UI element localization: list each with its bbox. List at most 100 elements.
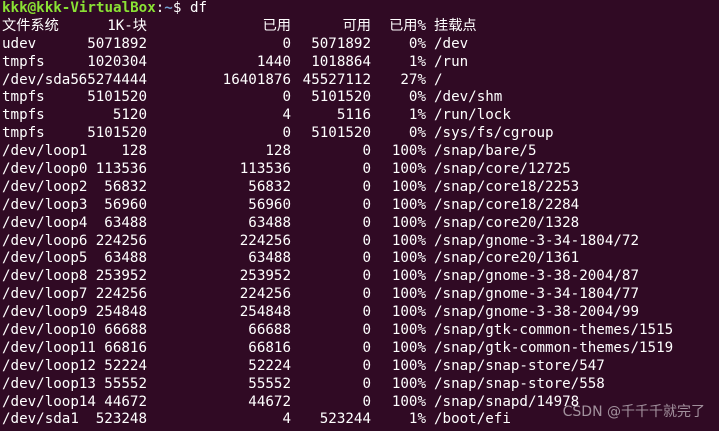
row-mounted-on: /snap/snapd/14978 xyxy=(434,393,580,410)
row-available: 0 xyxy=(362,214,371,231)
row-filesystem: /dev/sda5 xyxy=(2,71,79,88)
row-blocks: 66816 xyxy=(104,339,147,356)
row-use-pct: 100% xyxy=(391,196,426,213)
prompt-symbol: $ xyxy=(172,0,182,16)
table-row: tmpfs 1020304 1440 1018864 1% /run xyxy=(2,54,719,72)
row-use-pct: 100% xyxy=(391,143,426,160)
row-filesystem: /dev/loop14 xyxy=(2,393,96,410)
row-blocks: 253952 xyxy=(95,268,147,285)
terminal-window[interactable]: kkk@kkk-VirtualBox:~$ df 文件系统 1K-块 已用 可用… xyxy=(2,0,719,431)
row-mounted-on: /dev xyxy=(434,35,469,52)
row-mounted-on: /snap/gnome-3-34-1804/72 xyxy=(434,232,639,249)
row-available: 0 xyxy=(362,304,371,321)
row-use-pct: 100% xyxy=(391,178,426,195)
table-row: /dev/loop2 56832 56832 0 100% /snap/core18/22… xyxy=(2,179,719,197)
table-row: /dev/loop10 66688 66688 0 100% /snap/gtk-comm… xyxy=(2,322,719,340)
row-mounted-on: /run xyxy=(434,53,469,70)
row-available: 5101520 xyxy=(311,125,371,142)
row-used: 0 xyxy=(282,35,291,52)
table-row: /dev/sda5 65274444 16401876 45527112 27% / xyxy=(2,72,719,90)
row-filesystem: /dev/loop8 xyxy=(2,268,88,285)
row-used: 55552 xyxy=(248,375,291,392)
row-use-pct: 100% xyxy=(391,375,426,392)
row-available: 0 xyxy=(362,322,371,339)
row-use-pct: 100% xyxy=(391,214,426,231)
row-used: 56960 xyxy=(248,196,291,213)
table-row: tmpfs 5101520 0 5101520 0% /dev/shm xyxy=(2,89,719,107)
row-available: 0 xyxy=(362,161,371,178)
row-mounted-on: /snap/core18/2284 xyxy=(434,196,580,213)
row-blocks: 1020304 xyxy=(87,53,147,70)
row-use-pct: 0% xyxy=(408,89,426,106)
row-mounted-on: /snap/snap-store/547 xyxy=(434,357,605,374)
row-mounted-on: / xyxy=(434,71,443,88)
row-used: 66816 xyxy=(248,339,291,356)
header-filesystem: 文件系统 xyxy=(2,17,59,34)
row-use-pct: 0% xyxy=(408,125,426,142)
row-blocks: 5071892 xyxy=(87,35,147,52)
header-mounted-on: 挂载点 xyxy=(434,17,477,34)
table-row: /dev/loop12 52224 52224 0 100% /snap/snap-sto… xyxy=(2,358,719,376)
row-used: 224256 xyxy=(239,232,291,249)
row-use-pct: 1% xyxy=(408,411,426,428)
row-filesystem: /dev/sda1 xyxy=(2,411,79,428)
row-use-pct: 100% xyxy=(391,250,426,267)
row-available: 0 xyxy=(362,232,371,249)
row-filesystem: tmpfs xyxy=(2,125,45,142)
row-blocks: 55552 xyxy=(104,375,147,392)
row-mounted-on: /snap/snap-store/558 xyxy=(434,375,605,392)
row-used: 16401876 xyxy=(222,71,291,88)
row-filesystem: /dev/loop7 xyxy=(2,286,88,303)
row-blocks: 63488 xyxy=(104,214,147,231)
row-available: 0 xyxy=(362,286,371,303)
row-use-pct: 100% xyxy=(391,286,426,303)
row-available: 0 xyxy=(362,178,371,195)
row-blocks: 5120 xyxy=(112,107,147,124)
row-available: 5101520 xyxy=(311,89,371,106)
row-used: 52224 xyxy=(248,357,291,374)
row-blocks: 128 xyxy=(121,143,147,160)
row-filesystem: udev xyxy=(2,35,37,52)
watermark: CSDN @千千千就完了 xyxy=(562,404,705,420)
row-filesystem: tmpfs xyxy=(2,107,45,124)
row-mounted-on: /snap/core/12725 xyxy=(434,161,571,178)
row-available: 0 xyxy=(362,375,371,392)
row-available: 45527112 xyxy=(302,71,371,88)
table-row: /dev/loop5 63488 63488 0 100% /snap/core20/13… xyxy=(2,250,719,268)
table-row: tmpfs 5101520 0 5101520 0% /sys/fs/cgroup xyxy=(2,125,719,143)
row-use-pct: 100% xyxy=(391,339,426,356)
row-mounted-on: /run/lock xyxy=(434,107,511,124)
row-mounted-on: /snap/gtk-common-themes/1519 xyxy=(434,339,674,356)
table-row: tmpfs 5120 4 5116 1% /run/lock xyxy=(2,107,719,125)
row-available: 0 xyxy=(362,393,371,410)
row-blocks: 523248 xyxy=(95,411,147,428)
table-row: /dev/loop1 128 128 0 100% /snap/bare/5 xyxy=(2,143,719,161)
row-mounted-on: /dev/shm xyxy=(434,89,503,106)
row-mounted-on: /snap/gtk-common-themes/1515 xyxy=(434,322,674,339)
row-used: 1440 xyxy=(256,53,291,70)
row-filesystem: /dev/loop3 xyxy=(2,196,88,213)
row-mounted-on: /snap/gnome-3-38-2004/87 xyxy=(434,268,639,285)
row-available: 5116 xyxy=(336,107,371,124)
row-blocks: 63488 xyxy=(104,250,147,267)
df-rows: udev 5071892 0 5071892 0% /dev tmpfs 1020304 144… xyxy=(2,36,719,430)
command-text: df xyxy=(189,0,208,16)
row-available: 0 xyxy=(362,143,371,160)
row-used: 44672 xyxy=(248,393,291,410)
row-used: 0 xyxy=(282,125,291,142)
row-used: 63488 xyxy=(248,214,291,231)
header-used: 已用 xyxy=(262,17,291,34)
table-row: /dev/loop6 224256 224256 0 100% /snap/gnome-3… xyxy=(2,233,719,251)
df-header: 文件系统 1K-块 已用 可用 已用% 挂载点 xyxy=(2,18,719,36)
prompt-separator: : xyxy=(155,0,165,16)
row-used: 224256 xyxy=(239,286,291,303)
table-row: /dev/loop4 63488 63488 0 100% /snap/core20/13… xyxy=(2,215,719,233)
row-mounted-on: /snap/bare/5 xyxy=(434,143,537,160)
table-row: /dev/loop0 113536 113536 0 100% /snap/core/12… xyxy=(2,161,719,179)
row-blocks: 5101520 xyxy=(87,89,147,106)
row-blocks: 113536 xyxy=(95,161,147,178)
prompt-line: kkk@kkk-VirtualBox:~$ df xyxy=(2,0,719,18)
row-filesystem: /dev/loop6 xyxy=(2,232,88,249)
header-use-pct: 已用% xyxy=(389,17,426,34)
table-row: /dev/loop8 253952 253952 0 100% /snap/gnome-3… xyxy=(2,268,719,286)
